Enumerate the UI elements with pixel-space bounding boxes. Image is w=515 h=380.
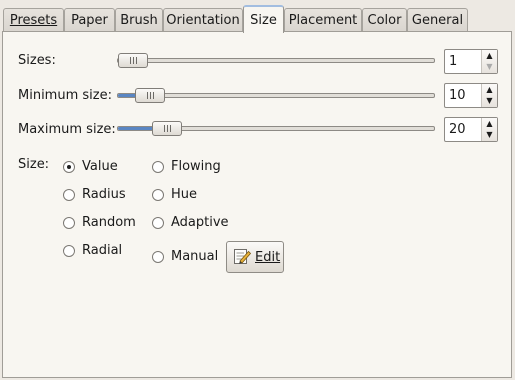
radio-label-radial[interactable]: Radial: [82, 243, 122, 258]
radio-label-manual[interactable]: Manual: [171, 249, 218, 264]
minimum-size-slider-handle[interactable]: [135, 88, 166, 103]
spin-up-icon[interactable]: ▲: [484, 85, 495, 95]
maximum-size-value: 20: [449, 122, 466, 137]
minimum-size-spinbox[interactable]: 10 ▲ ▼: [444, 83, 498, 108]
tab-label: Color: [367, 13, 402, 28]
sizes-spinbox[interactable]: 1 ▲ ▼: [444, 49, 498, 74]
radio-label-hue[interactable]: Hue: [171, 187, 197, 202]
tab-label: Orientation: [166, 13, 240, 28]
size-group-label: Size:: [18, 157, 50, 172]
maximum-size-slider[interactable]: [117, 121, 435, 136]
tab-brush[interactable]: Brush: [115, 8, 163, 32]
tab-paper[interactable]: Paper: [64, 8, 115, 32]
maximum-size-spinbox[interactable]: 20 ▲ ▼: [444, 117, 498, 142]
tab-presets[interactable]: Presets: [3, 8, 64, 32]
maximum-size-slider-handle[interactable]: [152, 121, 183, 136]
radio-manual[interactable]: [152, 251, 164, 263]
size-panel: Sizes: 1 ▲ ▼ Minimum size: 10 ▲ ▼ Maximum …: [2, 31, 512, 378]
radio-radius[interactable]: [63, 189, 75, 201]
minimum-size-label: Minimum size:: [18, 88, 112, 103]
tab-size[interactable]: Size: [243, 5, 284, 33]
spin-up-icon[interactable]: ▲: [484, 51, 495, 61]
radio-label-adaptive[interactable]: Adaptive: [171, 215, 229, 230]
radio-flowing[interactable]: [152, 161, 164, 173]
tab-label: Paper: [71, 13, 108, 28]
spin-up-icon[interactable]: ▲: [484, 119, 495, 129]
tab-label: Placement: [288, 13, 358, 28]
radio-adaptive[interactable]: [152, 217, 164, 229]
pencil-icon: [234, 249, 251, 264]
sizes-slider[interactable]: [117, 53, 435, 68]
spin-down-icon[interactable]: ▼: [484, 62, 495, 72]
radio-label-radius[interactable]: Radius: [82, 187, 126, 202]
radio-label-random[interactable]: Random: [82, 215, 136, 230]
radio-radial[interactable]: [63, 245, 75, 257]
maximum-size-slider-fill: [118, 127, 157, 130]
tab-label: Presets: [9, 13, 58, 28]
radio-random[interactable]: [63, 217, 75, 229]
tab-label: General: [411, 13, 464, 28]
radio-hue[interactable]: [152, 189, 164, 201]
tab-label: Size: [250, 13, 277, 28]
sizes-value: 1: [449, 54, 458, 69]
sizes-slider-handle[interactable]: [118, 53, 148, 68]
spin-down-icon[interactable]: ▼: [484, 96, 495, 106]
minimum-size-value: 10: [449, 88, 466, 103]
tab-label: Brush: [120, 13, 158, 28]
maximum-size-label: Maximum size:: [18, 122, 116, 137]
radio-label-value[interactable]: Value: [82, 159, 118, 174]
tab-color[interactable]: Color: [362, 8, 407, 32]
sizes-label: Sizes:: [18, 53, 56, 68]
tab-placement[interactable]: Placement: [284, 8, 362, 32]
tab-orientation[interactable]: Orientation: [163, 8, 243, 32]
radio-value[interactable]: [63, 161, 75, 173]
edit-button[interactable]: Edit: [226, 241, 284, 273]
tab-general[interactable]: General: [407, 8, 468, 32]
minimum-size-slider[interactable]: [117, 88, 435, 103]
radio-label-flowing[interactable]: Flowing: [171, 159, 221, 174]
edit-button-label: Edit: [255, 250, 281, 265]
spin-down-icon[interactable]: ▼: [484, 130, 495, 140]
